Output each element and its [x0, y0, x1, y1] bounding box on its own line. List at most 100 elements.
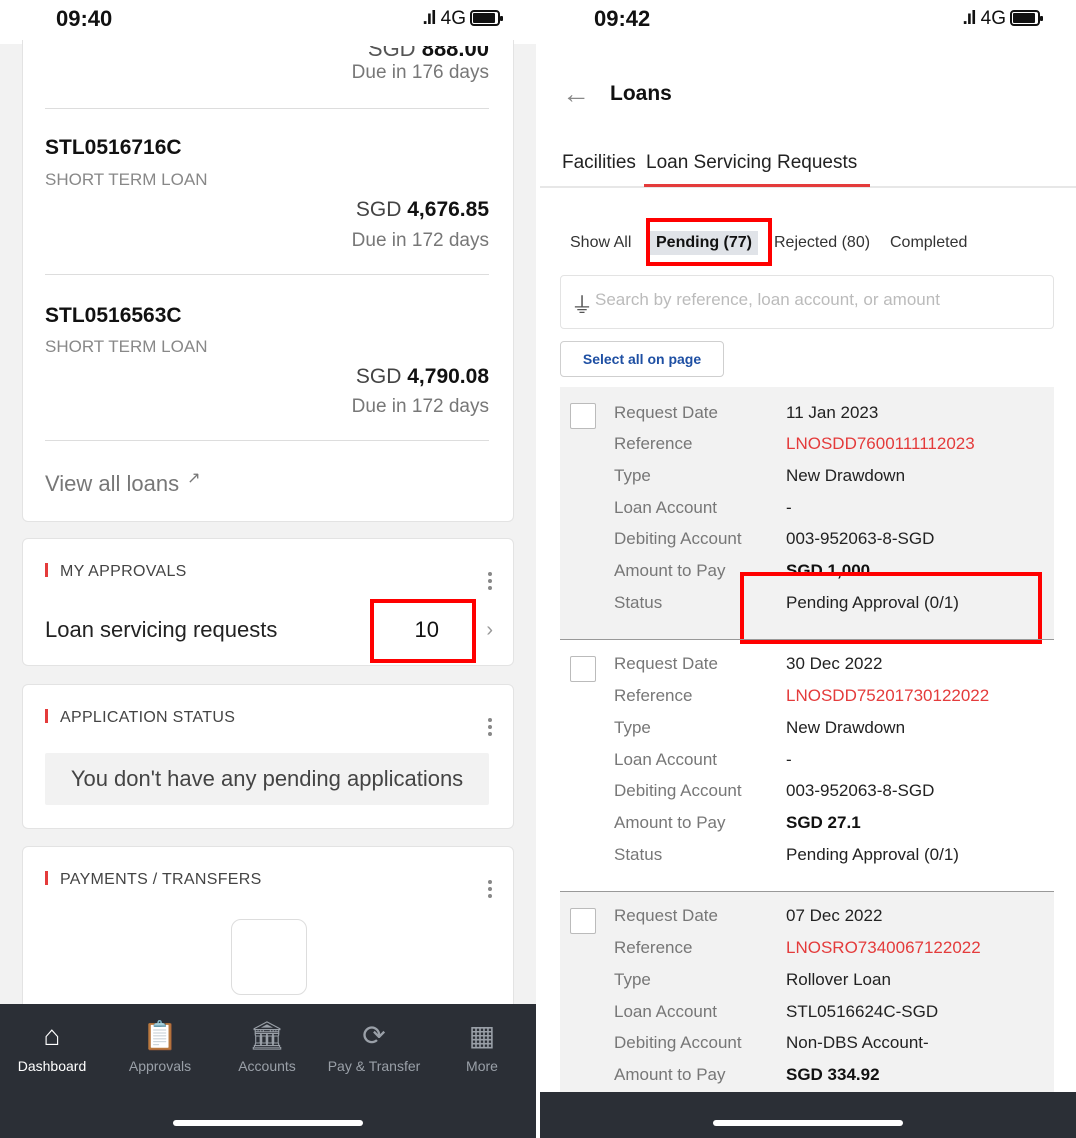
more-options-icon[interactable] [487, 877, 493, 901]
nav-pay-transfer[interactable]: ⟳ Pay & Transfer [324, 1018, 424, 1074]
field-label: Reference [614, 434, 693, 453]
debiting-account-value: Non-DBS Account- [786, 1033, 929, 1052]
field-label: Debiting Account [614, 529, 742, 548]
currency-label: SGD [367, 46, 416, 61]
nav-label: More [466, 1058, 498, 1074]
request-item[interactable]: Request Date 07 Dec 2022 Reference LNOSRO7… [560, 892, 1054, 1092]
nav-dashboard[interactable]: ⌂ Dashboard [2, 1018, 102, 1074]
type-value: Rollover Loan [786, 970, 891, 989]
field-label: Status [614, 845, 663, 864]
field-label: Debiting Account [614, 1033, 742, 1052]
clipboard-check-icon: 📋 [142, 1020, 178, 1051]
search-bar: ⏚ [560, 275, 1054, 329]
field-label: Amount to Pay [614, 813, 726, 832]
nav-more[interactable]: ▦ More [432, 1018, 532, 1074]
right-screen: 09:42 .ıl 4G ← Loans Facilities Loan Ser… [540, 0, 1076, 1138]
request-date-value: 30 Dec 2022 [786, 654, 883, 673]
loan-account-value: - [786, 498, 792, 517]
status-bar: 09:40 .ıl 4G [0, 0, 536, 44]
tab-facilities[interactable]: Facilities [562, 152, 636, 174]
partial-loan-due: Due in 176 days [351, 62, 489, 83]
section-title: MY APPROVALS [45, 563, 187, 581]
search-input[interactable] [595, 290, 1015, 310]
field-label: Amount to Pay [614, 1065, 726, 1084]
nav-label: Accounts [238, 1058, 296, 1074]
loan-amount: SGD 4,676.85 [356, 198, 489, 222]
filter-completed[interactable]: Completed [890, 234, 967, 252]
reference-link[interactable]: LNOSRO7340067122022 [786, 938, 981, 958]
battery-icon [470, 10, 503, 26]
field-label: Reference [614, 938, 693, 957]
loan-account-value: - [786, 750, 792, 769]
divider [45, 440, 489, 441]
network-indicator: .ıl 4G [423, 8, 466, 30]
request-checkbox[interactable] [570, 656, 596, 682]
loan-amount: SGD 4,790.08 [356, 365, 489, 389]
left-screen: 09:40 .ıl 4G SGD 888.00 Due in 176 days … [0, 0, 536, 1138]
bottom-navigation: ⌂ Dashboard 📋 Approvals 🏛 Accounts ⟳ Pay… [0, 1004, 536, 1138]
empty-state-message: You don't have any pending applications [45, 753, 489, 805]
filter-funnel-icon: ⏚ [571, 293, 594, 318]
signal-icon: .ıl [422, 8, 437, 29]
request-date-value: 07 Dec 2022 [786, 906, 883, 925]
chevron-right-icon: › [486, 619, 493, 641]
field-label: Type [614, 970, 651, 989]
divider [45, 108, 489, 109]
view-all-label: View all loans [45, 471, 180, 496]
view-all-loans-link[interactable]: View all loans ↗ [45, 468, 201, 497]
external-arrow-icon: ↗ [187, 470, 201, 487]
status-bar: 09:42 .ıl 4G [540, 0, 1076, 44]
active-tab-indicator [644, 184, 870, 187]
currency-label: SGD [355, 365, 402, 388]
battery-icon [1010, 10, 1043, 26]
transfer-icon: ⟳ [362, 1020, 386, 1051]
amount-value: 4,790.08 [407, 365, 489, 388]
signal-icon: .ıl [962, 8, 977, 29]
nav-label: Approvals [128, 1058, 192, 1074]
network-type: 4G [980, 8, 1006, 29]
highlight-box [370, 599, 476, 663]
field-label: Request Date [614, 654, 718, 673]
application-status-card: APPLICATION STATUS You don't have any pe… [22, 684, 514, 829]
network-type: 4G [440, 8, 466, 29]
field-label: Loan Account [614, 498, 718, 517]
request-item[interactable]: Request Date 30 Dec 2022 Reference LNOSDD7… [560, 640, 1054, 892]
nav-accounts[interactable]: 🏛 Accounts [217, 1018, 317, 1074]
more-options-icon[interactable] [487, 715, 493, 739]
status-time: 09:40 [56, 6, 113, 31]
select-all-on-page-button[interactable]: Select all on page [560, 341, 724, 377]
field-label: Type [614, 718, 651, 737]
loan-id: STL0516563C [45, 304, 182, 327]
request-date-value: 11 Jan 2023 [786, 403, 879, 422]
home-indicator [173, 1120, 363, 1126]
type-value: New Drawdown [786, 718, 906, 737]
back-arrow-icon[interactable]: ← [562, 78, 590, 110]
reference-link[interactable]: LNOSDD7600111112023 [786, 434, 975, 454]
loans-card: SGD 888.00 Due in 176 days STL0516716C S… [22, 40, 514, 522]
tab-bar: Facilities Loan Servicing Requests [540, 148, 1076, 188]
request-checkbox[interactable] [570, 403, 596, 429]
nav-label: Pay & Transfer [327, 1058, 421, 1074]
type-value: New Drawdown [786, 466, 906, 485]
divider [45, 274, 489, 275]
tab-loan-servicing-requests[interactable]: Loan Servicing Requests [646, 152, 857, 174]
nav-approvals[interactable]: 📋 Approvals [110, 1018, 210, 1074]
field-label: Request Date [614, 403, 718, 422]
field-label: Debiting Account [614, 781, 742, 800]
nav-label: Dashboard [17, 1058, 87, 1074]
shortcut-tile[interactable] [231, 919, 307, 995]
filter-rejected[interactable]: Rejected (80) [774, 234, 870, 252]
page-title: Loans [610, 82, 672, 105]
loan-type: SHORT TERM LOAN [45, 337, 208, 356]
currency-label: SGD [355, 198, 402, 221]
loan-due: Due in 172 days [351, 230, 489, 251]
more-options-icon[interactable] [487, 569, 493, 593]
loan-type: SHORT TERM LOAN [45, 170, 208, 189]
field-label: Loan Account [614, 1002, 718, 1021]
network-indicator: .ıl 4G [963, 8, 1006, 30]
field-label: Reference [614, 686, 693, 705]
reference-link[interactable]: LNOSDD75201730122022 [786, 686, 989, 706]
request-checkbox[interactable] [570, 908, 596, 934]
home-icon: ⌂ [43, 1020, 61, 1051]
filter-show-all[interactable]: Show All [570, 234, 631, 252]
